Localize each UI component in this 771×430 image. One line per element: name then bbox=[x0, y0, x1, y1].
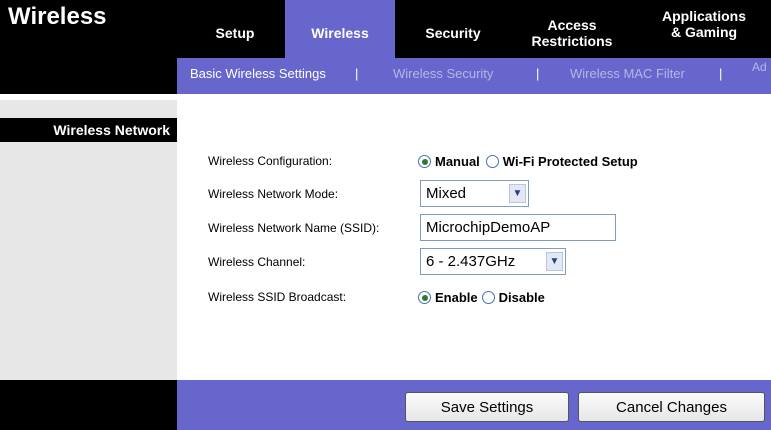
disable-radio[interactable] bbox=[481, 291, 495, 304]
manual-radio-label: Manual bbox=[435, 154, 480, 169]
chevron-down-icon[interactable]: ▼ bbox=[546, 252, 563, 271]
network-mode-value: Mixed bbox=[426, 185, 467, 202]
radio-selected-dot bbox=[421, 158, 428, 165]
subnav-wireless-mac-filter[interactable]: Wireless MAC Filter bbox=[570, 58, 685, 88]
tab-access-label-line1: Access bbox=[547, 17, 597, 33]
tab-wireless[interactable]: Wireless bbox=[285, 0, 395, 58]
wireless-configuration-options: Manual Wi-Fi Protected Setup bbox=[418, 154, 638, 169]
ssid-broadcast-options: Enable Disable bbox=[418, 290, 545, 305]
tab-applications-label-line2: & Gaming bbox=[670, 24, 738, 40]
tab-security-label: Security bbox=[425, 25, 481, 41]
subnav-wireless-security[interactable]: Wireless Security bbox=[393, 58, 493, 88]
channel-select[interactable]: 6 - 2.437GHz ▼ bbox=[420, 248, 566, 275]
wireless-channel-label: Wireless Channel: bbox=[208, 255, 306, 269]
tab-access-label-line2: Restrictions bbox=[531, 33, 613, 49]
cancel-changes-button[interactable]: Cancel Changes bbox=[578, 392, 765, 422]
chevron-down-icon[interactable]: ▼ bbox=[509, 184, 526, 203]
channel-value: 6 - 2.437GHz bbox=[426, 253, 516, 270]
subnav-separator: | bbox=[719, 65, 723, 81]
tab-wireless-label: Wireless bbox=[311, 25, 369, 41]
footer-left-block bbox=[0, 380, 177, 430]
wps-radio-label: Wi-Fi Protected Setup bbox=[502, 154, 638, 169]
wireless-network-mode-label: Wireless Network Mode: bbox=[208, 187, 339, 201]
tab-setup-label: Setup bbox=[215, 25, 255, 41]
enable-radio-label: Enable bbox=[435, 290, 478, 305]
subnav-separator: | bbox=[355, 65, 359, 81]
section-title: Wireless Network bbox=[53, 122, 170, 138]
wireless-configuration-label: Wireless Configuration: bbox=[208, 154, 333, 168]
subnav-basic-wireless-settings[interactable]: Basic Wireless Settings bbox=[190, 58, 326, 88]
tab-setup[interactable]: Setup bbox=[190, 8, 280, 58]
manual-radio[interactable] bbox=[418, 155, 431, 168]
ssid-input[interactable]: MicrochipDemoAP bbox=[420, 214, 616, 241]
enable-radio[interactable] bbox=[418, 291, 431, 304]
wps-radio[interactable] bbox=[485, 155, 499, 168]
ssid-broadcast-label: Wireless SSID Broadcast: bbox=[208, 290, 347, 304]
disable-radio-label: Disable bbox=[498, 290, 545, 305]
subnav-left-block bbox=[0, 58, 177, 94]
subnav-overflow-item[interactable]: Ad bbox=[752, 52, 767, 82]
ssid-label: Wireless Network Name (SSID): bbox=[208, 221, 380, 235]
left-column bbox=[0, 100, 177, 380]
tab-applications-gaming[interactable]: Applications & Gaming bbox=[642, 4, 766, 44]
save-settings-button[interactable]: Save Settings bbox=[405, 392, 569, 422]
subnav-separator: | bbox=[536, 65, 540, 81]
radio-selected-dot bbox=[421, 294, 428, 301]
tab-security[interactable]: Security bbox=[403, 8, 503, 58]
tab-access-restrictions[interactable]: Access Restrictions bbox=[514, 8, 630, 58]
page-title: Wireless bbox=[8, 3, 107, 30]
network-mode-select[interactable]: Mixed ▼ bbox=[420, 180, 529, 207]
tab-applications-label-line1: Applications bbox=[661, 8, 746, 24]
